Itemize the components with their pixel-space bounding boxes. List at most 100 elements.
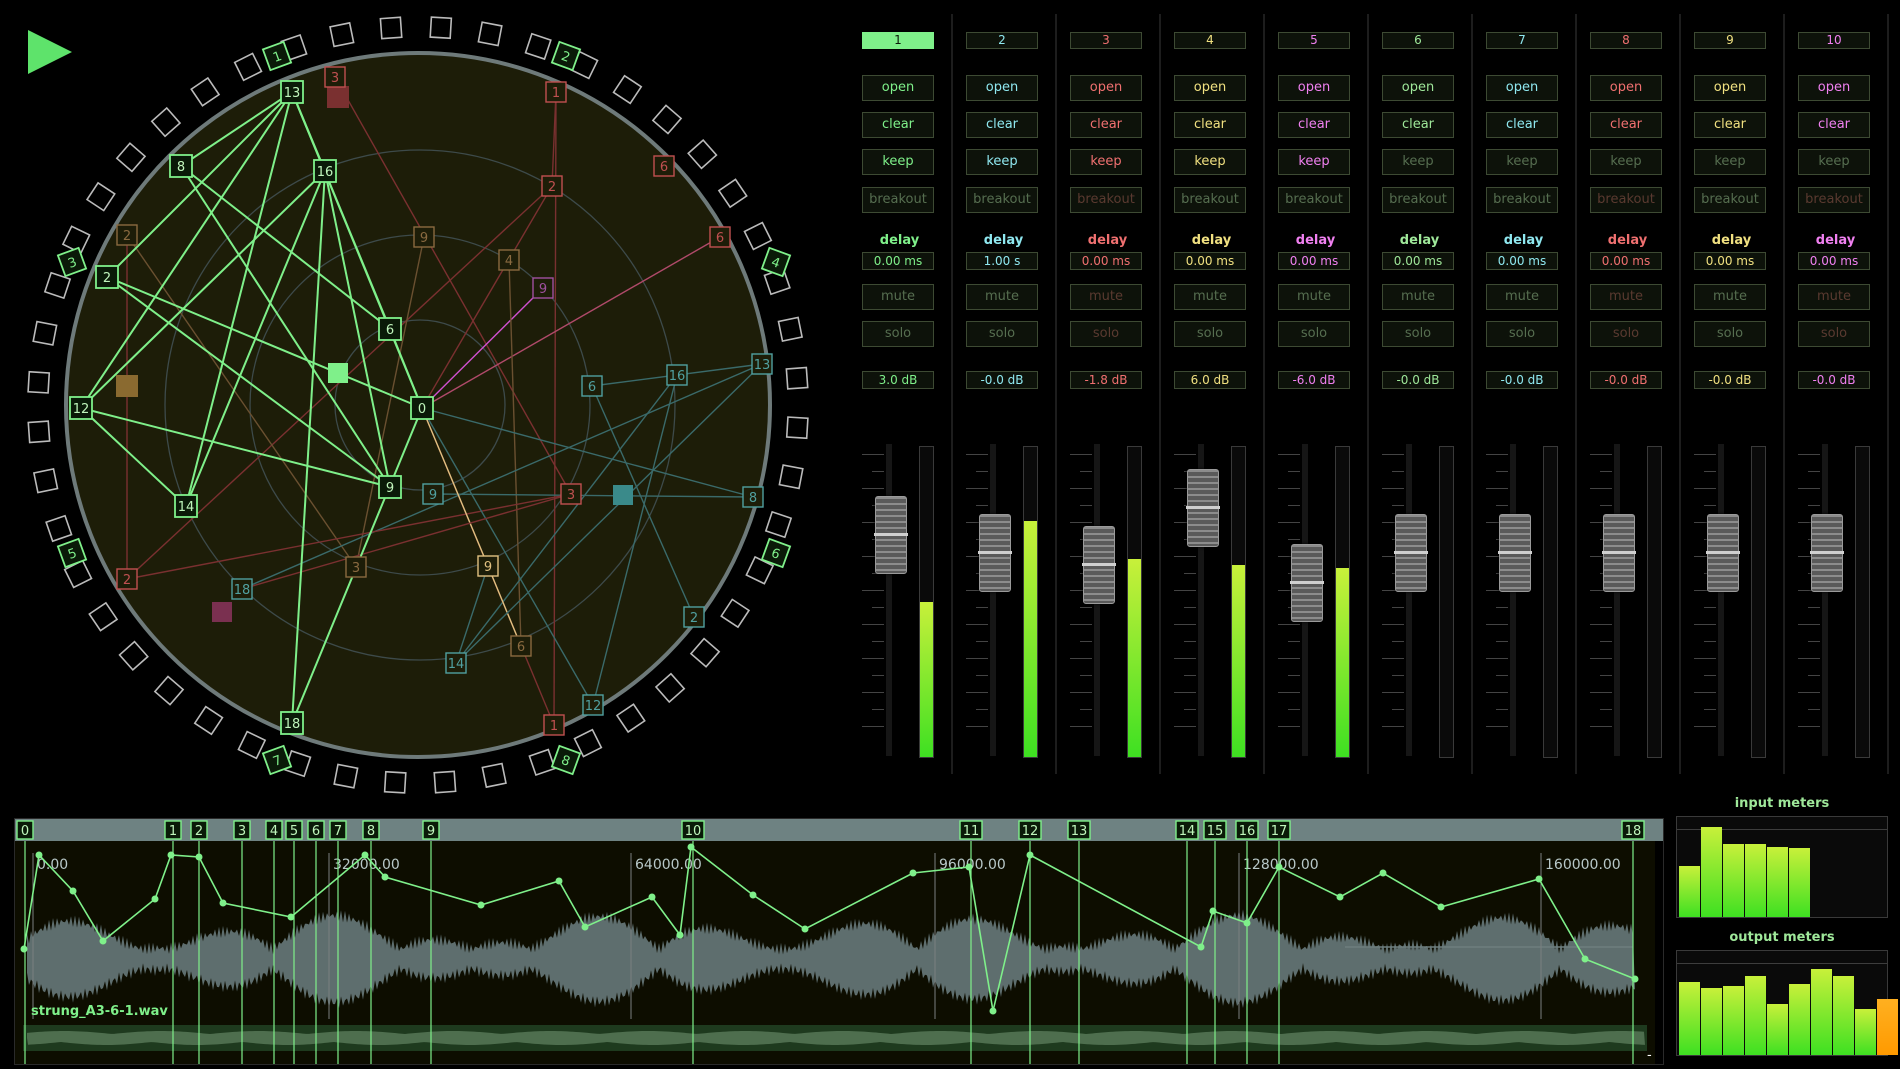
- ring-channel-4[interactable]: 4: [760, 246, 792, 278]
- solo-button[interactable]: solo: [1798, 321, 1870, 347]
- graph-source-marker[interactable]: [212, 602, 232, 622]
- solo-button[interactable]: solo: [862, 321, 934, 347]
- clear-button[interactable]: clear: [966, 112, 1038, 138]
- topology-graph[interactable]: 31266949616139 3 8321821461212902689121314…: [0, 0, 840, 810]
- ring-slot[interactable]: [153, 675, 185, 706]
- ring-slot[interactable]: [777, 316, 804, 342]
- marker-17[interactable]: 17: [1267, 820, 1291, 840]
- breakout-button[interactable]: breakout: [966, 187, 1038, 213]
- keep-button[interactable]: keep: [1382, 149, 1454, 175]
- delay-field[interactable]: 0.00 ms: [862, 252, 934, 270]
- keep-button[interactable]: keep: [1590, 149, 1662, 175]
- marker-4[interactable]: 4: [265, 820, 283, 840]
- clear-button[interactable]: clear: [1070, 112, 1142, 138]
- clear-button[interactable]: clear: [862, 112, 934, 138]
- breakout-button[interactable]: breakout: [1590, 187, 1662, 213]
- fader-track[interactable]: [1510, 444, 1516, 756]
- waveform-timeline[interactable]: 0.0032000.0064000.0096000.00128000.00160…: [14, 818, 1664, 1065]
- breakout-button[interactable]: breakout: [862, 187, 934, 213]
- marker-12[interactable]: 12: [1018, 820, 1042, 840]
- ring-slot[interactable]: [32, 468, 59, 494]
- breakout-button[interactable]: breakout: [1382, 187, 1454, 213]
- delay-field[interactable]: 0.00 ms: [1382, 252, 1454, 270]
- automation-point[interactable]: [99, 937, 107, 945]
- marker-1[interactable]: 1: [164, 820, 182, 840]
- mute-button[interactable]: mute: [1486, 284, 1558, 310]
- automation-point[interactable]: [381, 873, 389, 881]
- ring-slot[interactable]: [115, 142, 147, 173]
- keep-button[interactable]: keep: [966, 149, 1038, 175]
- mute-button[interactable]: mute: [966, 284, 1038, 310]
- mute-button[interactable]: mute: [1070, 284, 1142, 310]
- graph-node-inactive[interactable]: 9: [477, 555, 499, 577]
- ring-slot[interactable]: [383, 770, 407, 794]
- ring-slot[interactable]: [190, 76, 221, 107]
- delay-field[interactable]: 0.00 ms: [1694, 252, 1766, 270]
- channel-number-1[interactable]: 1: [862, 32, 934, 49]
- delay-field[interactable]: 1.00 s: [966, 252, 1038, 270]
- automation-point[interactable]: [801, 925, 809, 933]
- graph-node-inactive[interactable]: 8: [742, 486, 764, 508]
- automation-point[interactable]: [581, 923, 589, 931]
- solo-button[interactable]: solo: [1694, 321, 1766, 347]
- solo-button[interactable]: solo: [1278, 321, 1350, 347]
- channel-number-3[interactable]: 3: [1070, 32, 1142, 49]
- open-button[interactable]: open: [1694, 75, 1766, 101]
- clear-button[interactable]: clear: [1694, 112, 1766, 138]
- automation-point[interactable]: [1197, 943, 1205, 951]
- automation-point[interactable]: [555, 877, 563, 885]
- mute-button[interactable]: mute: [1174, 284, 1246, 310]
- gain-field[interactable]: 6.0 dB: [1174, 371, 1246, 389]
- ring-slot[interactable]: [689, 637, 721, 668]
- breakout-button[interactable]: breakout: [1694, 187, 1766, 213]
- graph-node-0[interactable]: 0: [410, 396, 434, 420]
- delay-field[interactable]: 0.00 ms: [1798, 252, 1870, 270]
- open-button[interactable]: open: [1382, 75, 1454, 101]
- ring-slot[interactable]: [612, 74, 643, 105]
- automation-point[interactable]: [1437, 903, 1445, 911]
- delay-field[interactable]: 0.00 ms: [1174, 252, 1246, 270]
- open-button[interactable]: open: [1278, 75, 1350, 101]
- gain-field[interactable]: -0.0 dB: [1382, 371, 1454, 389]
- graph-node-inactive[interactable]: 12: [582, 694, 604, 716]
- graph-node-2[interactable]: 2: [95, 265, 119, 289]
- graph-node-inactive[interactable]: 3: [324, 66, 346, 88]
- ring-slot[interactable]: [429, 16, 453, 40]
- automation-point[interactable]: [361, 851, 369, 859]
- marker-2[interactable]: 2: [190, 820, 208, 840]
- gain-field[interactable]: -0.0 dB: [1798, 371, 1870, 389]
- gain-field[interactable]: -0.0 dB: [1590, 371, 1662, 389]
- ring-slot[interactable]: [329, 21, 355, 48]
- ring-slot[interactable]: [150, 106, 182, 138]
- automation-point[interactable]: [219, 899, 227, 907]
- gain-field[interactable]: -0.0 dB: [1486, 371, 1558, 389]
- breakout-button[interactable]: breakout: [1798, 187, 1870, 213]
- ring-slot[interactable]: [720, 598, 751, 629]
- mute-button[interactable]: mute: [1694, 284, 1766, 310]
- marker-10[interactable]: 10: [681, 820, 705, 840]
- ring-slot[interactable]: [32, 320, 58, 346]
- graph-node-inactive[interactable]: 2: [116, 224, 138, 246]
- solo-button[interactable]: solo: [1070, 321, 1142, 347]
- graph-node-9[interactable]: 9: [378, 475, 402, 499]
- marker-11[interactable]: 11: [959, 820, 983, 840]
- fader-handle[interactable]: [1186, 469, 1220, 547]
- clear-button[interactable]: clear: [1382, 112, 1454, 138]
- marker-7[interactable]: 7: [329, 820, 347, 840]
- keep-button[interactable]: keep: [1694, 149, 1766, 175]
- channel-number-2[interactable]: 2: [966, 32, 1038, 49]
- fader-handle[interactable]: [1394, 514, 1428, 592]
- fader-handle[interactable]: [1290, 544, 1324, 622]
- ring-slot[interactable]: [654, 672, 686, 704]
- marker-3[interactable]: 3: [233, 820, 251, 840]
- solo-button[interactable]: solo: [1590, 321, 1662, 347]
- keep-button[interactable]: keep: [862, 149, 934, 175]
- automation-point[interactable]: [1336, 893, 1344, 901]
- channel-number-9[interactable]: 9: [1694, 32, 1766, 49]
- graph-node-6[interactable]: 6: [378, 317, 402, 341]
- fader-handle[interactable]: [978, 514, 1012, 592]
- fader-handle[interactable]: [1810, 514, 1844, 592]
- ring-slot[interactable]: [27, 370, 51, 394]
- clear-button[interactable]: clear: [1278, 112, 1350, 138]
- graph-source-marker[interactable]: [116, 375, 138, 397]
